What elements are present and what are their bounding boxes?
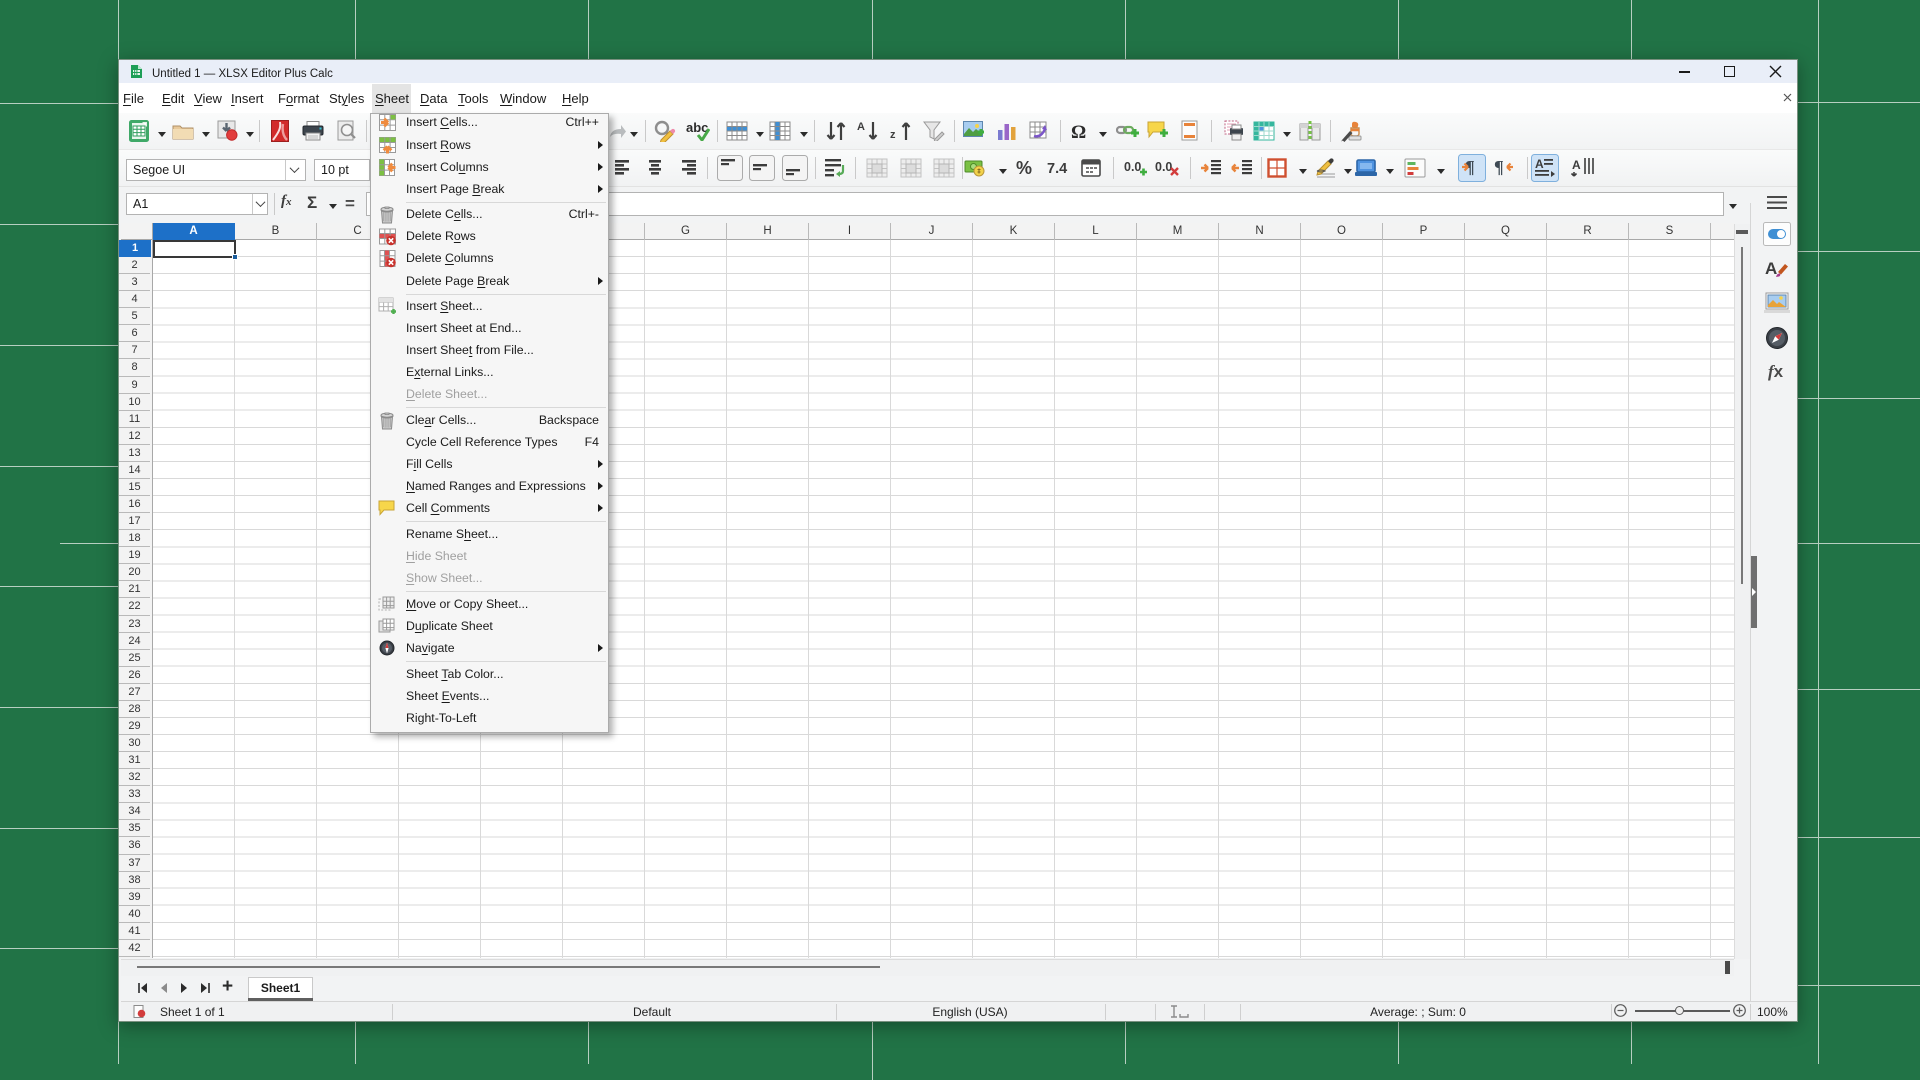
svg-text:A: A — [1765, 259, 1777, 278]
svg-text:¶: ¶ — [1494, 157, 1504, 177]
svg-text:0.0: 0.0 — [1155, 160, 1172, 174]
svg-text:A: A — [1572, 158, 1581, 172]
svg-text:z: z — [890, 129, 896, 141]
svg-text:%: % — [1016, 158, 1032, 178]
svg-text:Ω: Ω — [1071, 122, 1086, 141]
svg-text:7.4: 7.4 — [1047, 161, 1067, 177]
svg-text:A: A — [1535, 157, 1544, 171]
svg-text:A: A — [857, 121, 865, 133]
svg-text:0.0: 0.0 — [1124, 160, 1141, 174]
